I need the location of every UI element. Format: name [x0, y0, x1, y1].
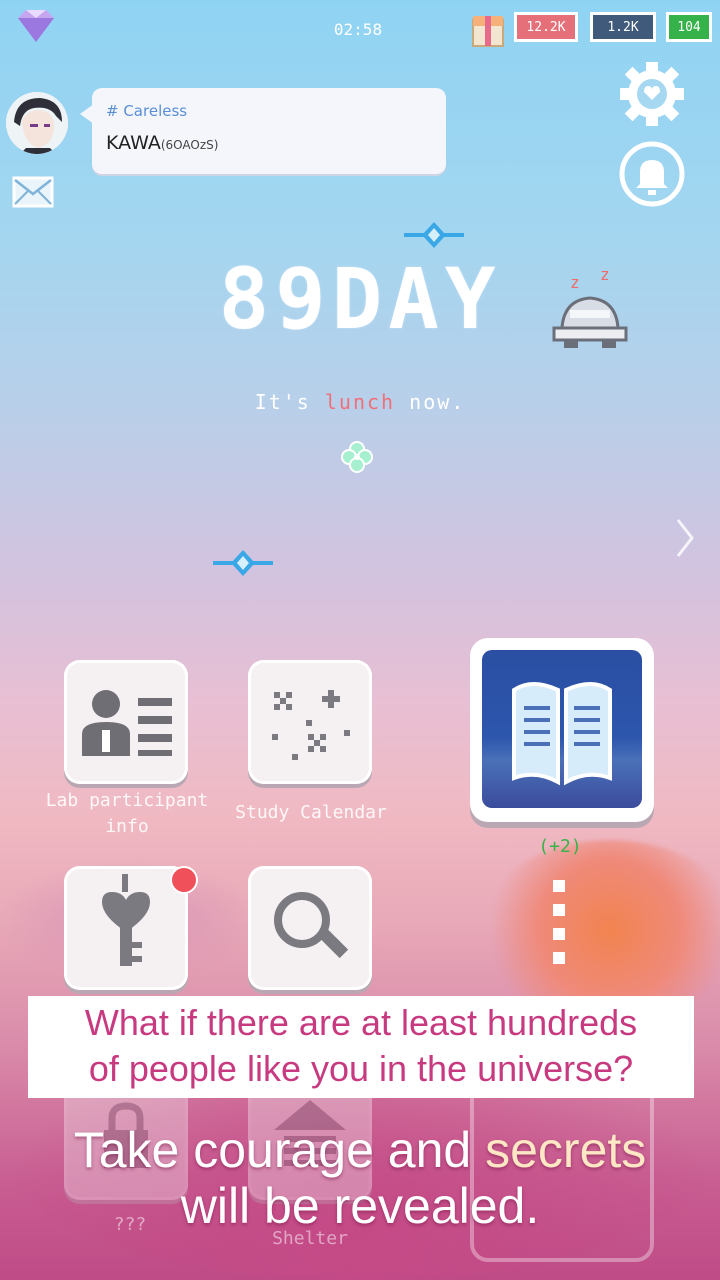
- stat-counter-3[interactable]: 104: [666, 12, 712, 42]
- caption-question: What if there are at least hundreds of p…: [84, 1002, 638, 1089]
- scroll-dots: [553, 880, 565, 976]
- message-tag: # Careless: [106, 102, 188, 120]
- open-book-icon: [512, 682, 612, 786]
- heart-key-icon: [102, 874, 150, 966]
- stat-counter-2[interactable]: 1.2K: [590, 12, 656, 42]
- book-badge: (+2): [538, 836, 582, 857]
- stat-counter-1[interactable]: 12.2K: [514, 12, 578, 42]
- message-sender: KAWA(6OAOzS): [106, 132, 219, 154]
- sleeping-character-icon[interactable]: z z: [550, 262, 630, 362]
- bell-icon[interactable]: [618, 140, 686, 208]
- mail-icon[interactable]: [12, 176, 54, 208]
- svg-text:z: z: [570, 273, 580, 292]
- diary-book-panel: [482, 650, 642, 808]
- caption-tagline: Take courage and secrets will be reveale…: [73, 1122, 647, 1234]
- sparkle-calendar-icon: [272, 690, 350, 760]
- diary-book-button[interactable]: [470, 638, 654, 822]
- study-calendar-label: Study Calendar: [235, 802, 387, 823]
- id-card-icon: [82, 690, 172, 756]
- diamond-sparkle-icon: [213, 550, 273, 576]
- clover-icon: [341, 441, 373, 473]
- day-counter: 89DAY: [218, 250, 502, 348]
- search-app-button[interactable]: [248, 866, 372, 990]
- magnifier-icon: [274, 892, 349, 959]
- avatar[interactable]: [6, 92, 68, 154]
- character-portrait-icon: [6, 92, 68, 154]
- diamond-sparkle-icon: [404, 222, 464, 248]
- status-text: It's lunch now.: [254, 390, 466, 414]
- lab-participant-info-button[interactable]: [64, 660, 188, 784]
- study-calendar-button[interactable]: [248, 660, 372, 784]
- gift-box-icon[interactable]: [470, 12, 506, 48]
- clock: 02:58: [333, 20, 383, 39]
- message-bubble[interactable]: [92, 88, 446, 174]
- notification-dot: [170, 866, 198, 894]
- gear-icon[interactable]: [618, 60, 686, 128]
- svg-text:z: z: [600, 265, 610, 284]
- lab-participant-info-label: Lab participant info: [45, 790, 209, 837]
- key-app-button[interactable]: [64, 866, 188, 990]
- gem-icon[interactable]: [14, 8, 58, 44]
- chevron-right-icon[interactable]: [672, 514, 696, 562]
